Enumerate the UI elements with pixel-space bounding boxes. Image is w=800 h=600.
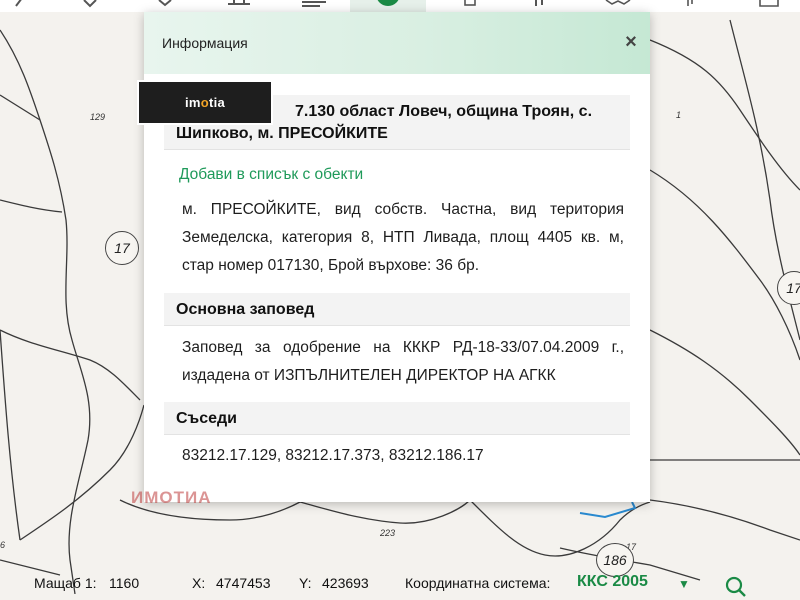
- top-toolbar: [0, 0, 800, 12]
- scale-label: Мащаб 1:: [34, 575, 97, 591]
- map-plot-number: 223: [380, 528, 396, 538]
- map-plot-number: 129: [90, 112, 106, 122]
- layers-icon[interactable]: [298, 0, 330, 12]
- chevron-left-icon[interactable]: [8, 0, 28, 12]
- map-icon[interactable]: [603, 0, 633, 12]
- bookmark-icon[interactable]: [155, 0, 175, 12]
- neighbors-text: 83212.17.129, 83212.17.373, 83212.186.17: [182, 447, 484, 464]
- crs-label: Координатна система:: [405, 575, 551, 591]
- map-circle-label: 17: [105, 231, 139, 265]
- x-coord-value: 4747453: [216, 575, 271, 591]
- map-plot-number: 1: [676, 110, 682, 120]
- x-coord-label: X:: [192, 575, 206, 591]
- status-bar: Мащаб 1: 1160 X: 4747453 Y: 423693 Коорд…: [0, 572, 800, 597]
- chevron-down-icon[interactable]: ▼: [678, 577, 690, 591]
- watermark: ИМОТИА: [131, 488, 212, 507]
- stats-icon[interactable]: [530, 0, 550, 12]
- crs-value[interactable]: ККС 2005: [577, 573, 648, 591]
- print-icon[interactable]: [460, 0, 480, 12]
- neighbors-heading: Съседи: [164, 402, 630, 435]
- measure-icon[interactable]: [224, 0, 254, 12]
- scale-value: 1160: [109, 575, 140, 591]
- y-coord-value: 423693: [322, 575, 369, 591]
- dialog-header: Информация ×: [144, 12, 650, 74]
- property-description: м. ПРЕСОЙКИТЕ, вид собств. Частна, вид т…: [182, 201, 624, 274]
- export-icon[interactable]: [756, 0, 782, 12]
- order-heading: Основна заповед: [164, 293, 630, 326]
- info-active-icon[interactable]: [350, 0, 426, 12]
- dialog-title: Информация: [162, 35, 248, 51]
- close-icon[interactable]: ×: [622, 32, 640, 52]
- add-to-list-link[interactable]: Добави в списък с обекти: [179, 166, 363, 184]
- logo-text: imotia: [184, 95, 226, 110]
- dialog-body: 7.130 област Ловеч, община Троян, с. Шип…: [144, 74, 650, 502]
- imotia-logo: imotia: [137, 80, 273, 125]
- order-text: Заповед за одобрение на КККР РД-18-33/07…: [182, 339, 624, 384]
- y-coord-label: Y:: [299, 575, 312, 591]
- pin-icon[interactable]: [80, 0, 100, 12]
- tools-icon[interactable]: [680, 0, 700, 12]
- map-plot-number: 6: [0, 540, 6, 550]
